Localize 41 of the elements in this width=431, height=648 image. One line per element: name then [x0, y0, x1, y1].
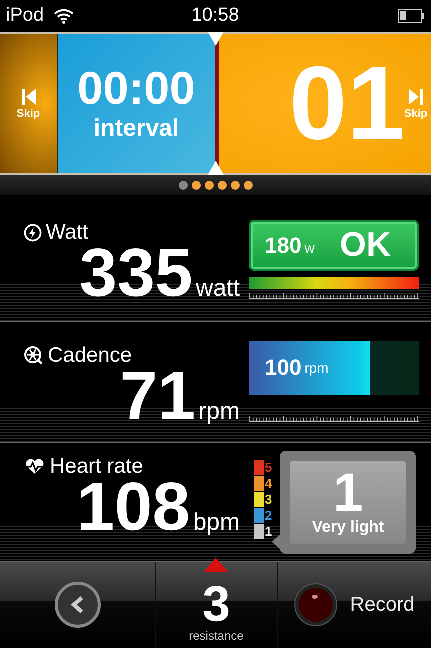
target-value: 180 [265, 232, 302, 258]
target-value: 100 [265, 355, 302, 381]
zone-number: 3 [265, 492, 272, 506]
page-dot[interactable] [218, 180, 226, 190]
skip-back-button[interactable]: Skip [0, 34, 57, 173]
battery-icon [398, 9, 425, 23]
page-dot[interactable] [178, 180, 188, 190]
record-icon [294, 583, 338, 627]
zone-number: 2 [265, 508, 272, 522]
carrier-name: iPod [6, 5, 44, 27]
increase-arrow-icon[interactable] [204, 558, 228, 572]
skip-back-icon [20, 88, 38, 106]
page-dot[interactable] [230, 180, 240, 190]
page-dot[interactable] [244, 180, 252, 190]
page-dot[interactable] [192, 180, 200, 190]
skip-forward-icon [407, 88, 425, 106]
marker-icon [208, 32, 224, 46]
back-button[interactable] [54, 582, 100, 628]
clock-time: 10:58 [192, 5, 240, 27]
zone-number: 1 [265, 524, 272, 538]
wifi-icon [54, 8, 74, 24]
interval-caption: interval [94, 114, 180, 142]
bolt-icon [24, 224, 42, 242]
wheel-icon [24, 346, 44, 366]
metric-unit: watt [196, 275, 240, 303]
resistance-label: resistance [189, 628, 244, 643]
resistance-value: 3 [202, 581, 230, 629]
status-text: OK [340, 226, 391, 265]
heart-pulse-icon [24, 458, 46, 476]
target-unit: w [304, 240, 315, 256]
metric-unit: rpm [198, 398, 240, 426]
zone-value: 1 [333, 468, 364, 520]
page-dot[interactable] [204, 180, 214, 190]
zone-number: 5 [265, 460, 272, 474]
zone-name: Very light [312, 519, 384, 538]
zone-number: 4 [265, 476, 272, 490]
metric-unit: bpm [193, 509, 240, 537]
chevron-left-icon [70, 596, 86, 614]
target-unit: rpm [304, 360, 329, 376]
record-button[interactable]: Record [294, 583, 415, 627]
interval-time: 00:00 [78, 64, 196, 110]
